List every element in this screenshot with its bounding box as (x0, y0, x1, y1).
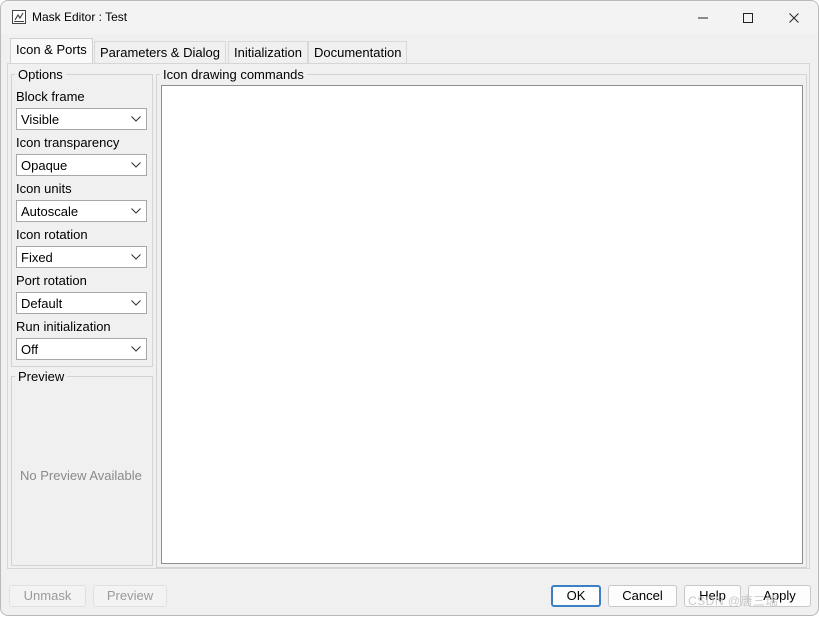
icon-rotation-label: Icon rotation (16, 227, 88, 242)
mask-editor-window: Mask Editor : Test Icon & Ports Paramete… (0, 0, 819, 616)
preview-button[interactable]: Preview (93, 585, 167, 607)
icon-units-label: Icon units (16, 181, 72, 196)
chevron-down-icon (131, 300, 141, 306)
unmask-button[interactable]: Unmask (9, 585, 86, 607)
icon-transparency-label: Icon transparency (16, 135, 120, 150)
icon-drawing-commands-editor[interactable] (161, 85, 803, 564)
block-frame-label: Block frame (16, 89, 85, 104)
chevron-down-icon (131, 116, 141, 122)
icon-units-dropdown[interactable]: Autoscale (16, 200, 147, 222)
icon-drawing-commands-legend: Icon drawing commands (163, 67, 304, 82)
icon-rotation-value: Fixed (21, 250, 53, 265)
tab-parameters-and-dialog[interactable]: Parameters & Dialog (94, 41, 226, 63)
close-button[interactable] (771, 1, 817, 34)
minimize-icon (698, 17, 708, 18)
icon-transparency-dropdown[interactable]: Opaque (16, 154, 147, 176)
port-rotation-dropdown[interactable]: Default (16, 292, 147, 314)
tab-icon-and-ports[interactable]: Icon & Ports (10, 38, 93, 63)
maximize-button[interactable] (725, 1, 771, 34)
run-initialization-label: Run initialization (16, 319, 111, 334)
window-title: Mask Editor : Test (32, 10, 128, 24)
title-bar[interactable]: Mask Editor : Test (1, 1, 818, 34)
port-rotation-value: Default (21, 296, 63, 311)
tab-documentation[interactable]: Documentation (308, 41, 408, 63)
chevron-down-icon (131, 162, 141, 168)
block-frame-dropdown[interactable]: Visible (16, 108, 147, 130)
port-rotation-label: Port rotation (16, 273, 87, 288)
run-initialization-value: Off (21, 342, 39, 357)
icon-transparency-value: Opaque (21, 158, 68, 173)
watermark: CSDN @唐三瑞 (688, 594, 779, 608)
chevron-down-icon (131, 208, 141, 214)
run-initialization-dropdown[interactable]: Off (16, 338, 147, 360)
cancel-button[interactable]: Cancel (608, 585, 677, 607)
mask-editor-app-icon (12, 10, 26, 24)
close-icon (789, 12, 799, 23)
icon-rotation-dropdown[interactable]: Fixed (16, 246, 147, 268)
minimize-button[interactable] (680, 1, 726, 34)
tab-initialization[interactable]: Initialization (228, 41, 308, 63)
maximize-icon (743, 12, 753, 23)
preview-legend: Preview (18, 369, 65, 384)
ok-button[interactable]: OK (551, 585, 601, 607)
block-frame-value: Visible (21, 112, 60, 127)
icon-units-value: Autoscale (21, 204, 79, 219)
chevron-down-icon (131, 254, 141, 260)
chevron-down-icon (131, 346, 141, 352)
options-legend: Options (18, 67, 63, 82)
no-preview-text: No Preview Available (20, 468, 142, 483)
